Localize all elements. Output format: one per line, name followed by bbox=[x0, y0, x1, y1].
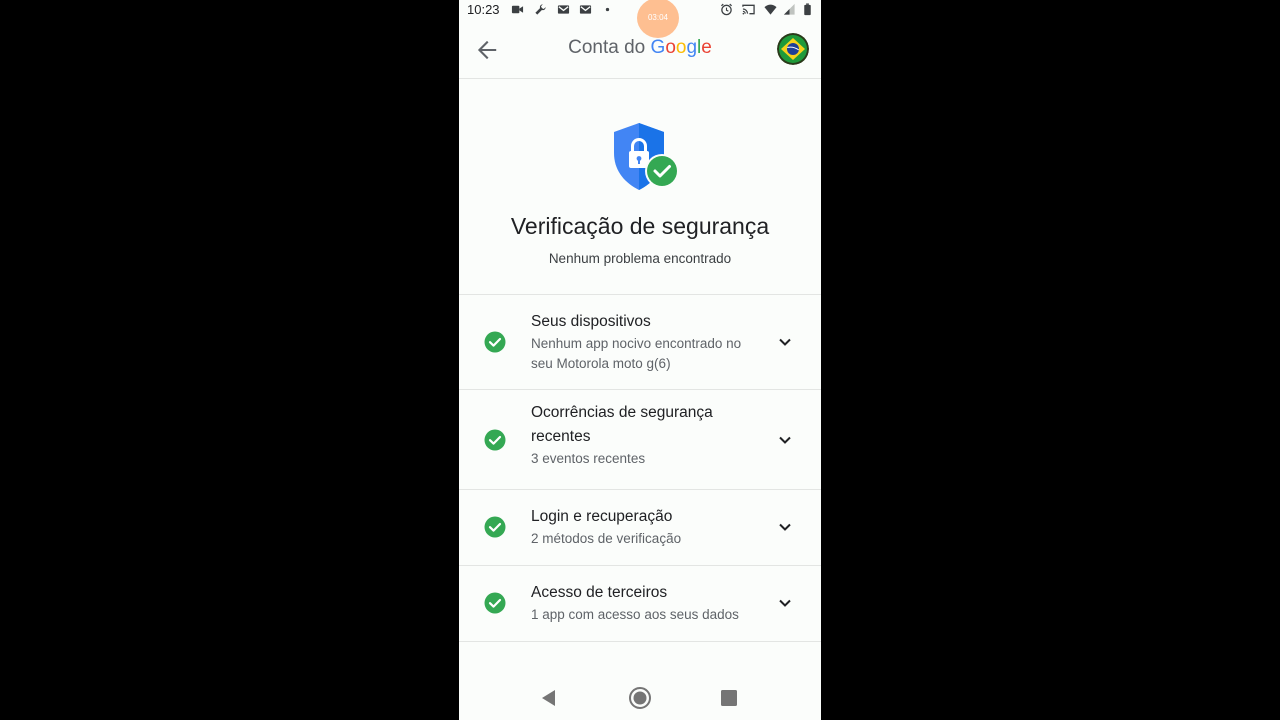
check-circle-icon bbox=[484, 429, 506, 451]
list-item-devices[interactable]: Seus dispositivos Nenhum app nocivo enco… bbox=[459, 295, 821, 390]
wifi-icon bbox=[764, 4, 777, 15]
status-bar: 10:23 03:04 bbox=[459, 0, 821, 38]
list-item-title: recentes bbox=[531, 428, 591, 445]
google-letter: e bbox=[701, 37, 712, 58]
list-item-desc: 2 métodos de verificação bbox=[531, 531, 682, 546]
check-circle-icon bbox=[484, 331, 506, 353]
list-item-title: Acesso de terceiros bbox=[531, 584, 668, 601]
list-item-third-party[interactable]: Acesso de terceiros 1 app com acesso aos… bbox=[459, 566, 821, 642]
alarm-icon bbox=[720, 3, 733, 16]
list-item-text: Login e recuperação 2 métodos de verific… bbox=[531, 505, 765, 549]
signal-icon bbox=[783, 3, 795, 15]
app-bar: Conta do Google bbox=[459, 20, 821, 79]
list-item-desc: seu Motorola moto g(6) bbox=[531, 356, 671, 371]
google-letter: g bbox=[686, 37, 698, 58]
list-item-desc: 1 app com acesso aos seus dados bbox=[531, 607, 739, 622]
google-letter: G bbox=[650, 37, 666, 58]
list-item-desc: Nenhum app nocivo encontrado no bbox=[531, 336, 742, 351]
gmail-icon bbox=[579, 5, 592, 14]
list-item-title: Login e recuperação bbox=[531, 508, 673, 525]
page-subtitle: Nenhum problema encontrado bbox=[548, 251, 732, 266]
shield-lock-check-icon bbox=[614, 123, 679, 190]
dot-icon bbox=[605, 7, 610, 12]
list-item-text: Ocorrências de segurança recentes 3 even… bbox=[531, 401, 765, 469]
chevron-down-icon[interactable] bbox=[777, 334, 793, 350]
check-circle-icon bbox=[484, 592, 506, 614]
video-camera-icon bbox=[511, 5, 524, 14]
list-item-desc: 3 eventos recentes bbox=[531, 451, 646, 466]
list-item-text: Seus dispositivos Nenhum app nocivo enco… bbox=[531, 310, 765, 374]
google-letter: o bbox=[675, 37, 687, 58]
app-title: Conta do Google bbox=[459, 37, 821, 59]
system-nav-bar bbox=[459, 676, 821, 720]
battery-icon bbox=[804, 3, 811, 16]
phone-screen: 10:23 03:04 Conta do Google Verificação … bbox=[459, 0, 821, 720]
chevron-down-icon[interactable] bbox=[777, 519, 793, 535]
wrench-icon bbox=[535, 4, 546, 15]
cast-icon bbox=[742, 4, 755, 15]
gmail-icon bbox=[557, 5, 570, 14]
list-item-title: Ocorrências de segurança bbox=[531, 404, 713, 421]
chevron-down-icon[interactable] bbox=[777, 432, 793, 448]
chevron-down-icon[interactable] bbox=[777, 595, 793, 611]
security-check-list: Seus dispositivos Nenhum app nocivo enco… bbox=[459, 294, 821, 642]
back-triangle-icon[interactable] bbox=[537, 686, 561, 710]
google-letter: o bbox=[665, 37, 676, 58]
list-item-login[interactable]: Login e recuperação 2 métodos de verific… bbox=[459, 490, 821, 566]
page-title: Verificação de segurança bbox=[510, 213, 770, 239]
recents-square-icon[interactable] bbox=[717, 686, 741, 710]
home-circle-icon[interactable] bbox=[628, 686, 652, 710]
avatar[interactable] bbox=[777, 33, 809, 65]
app-title-prefix: Conta do bbox=[568, 37, 646, 58]
list-item-title: Seus dispositivos bbox=[531, 313, 651, 330]
google-logo: Google bbox=[651, 37, 712, 58]
list-item-text: Acesso de terceiros 1 app com acesso aos… bbox=[531, 581, 765, 625]
check-circle-icon bbox=[484, 516, 506, 538]
status-time: 10:23 bbox=[467, 2, 500, 17]
list-item-security-events[interactable]: Ocorrências de segurança recentes 3 even… bbox=[459, 390, 821, 490]
